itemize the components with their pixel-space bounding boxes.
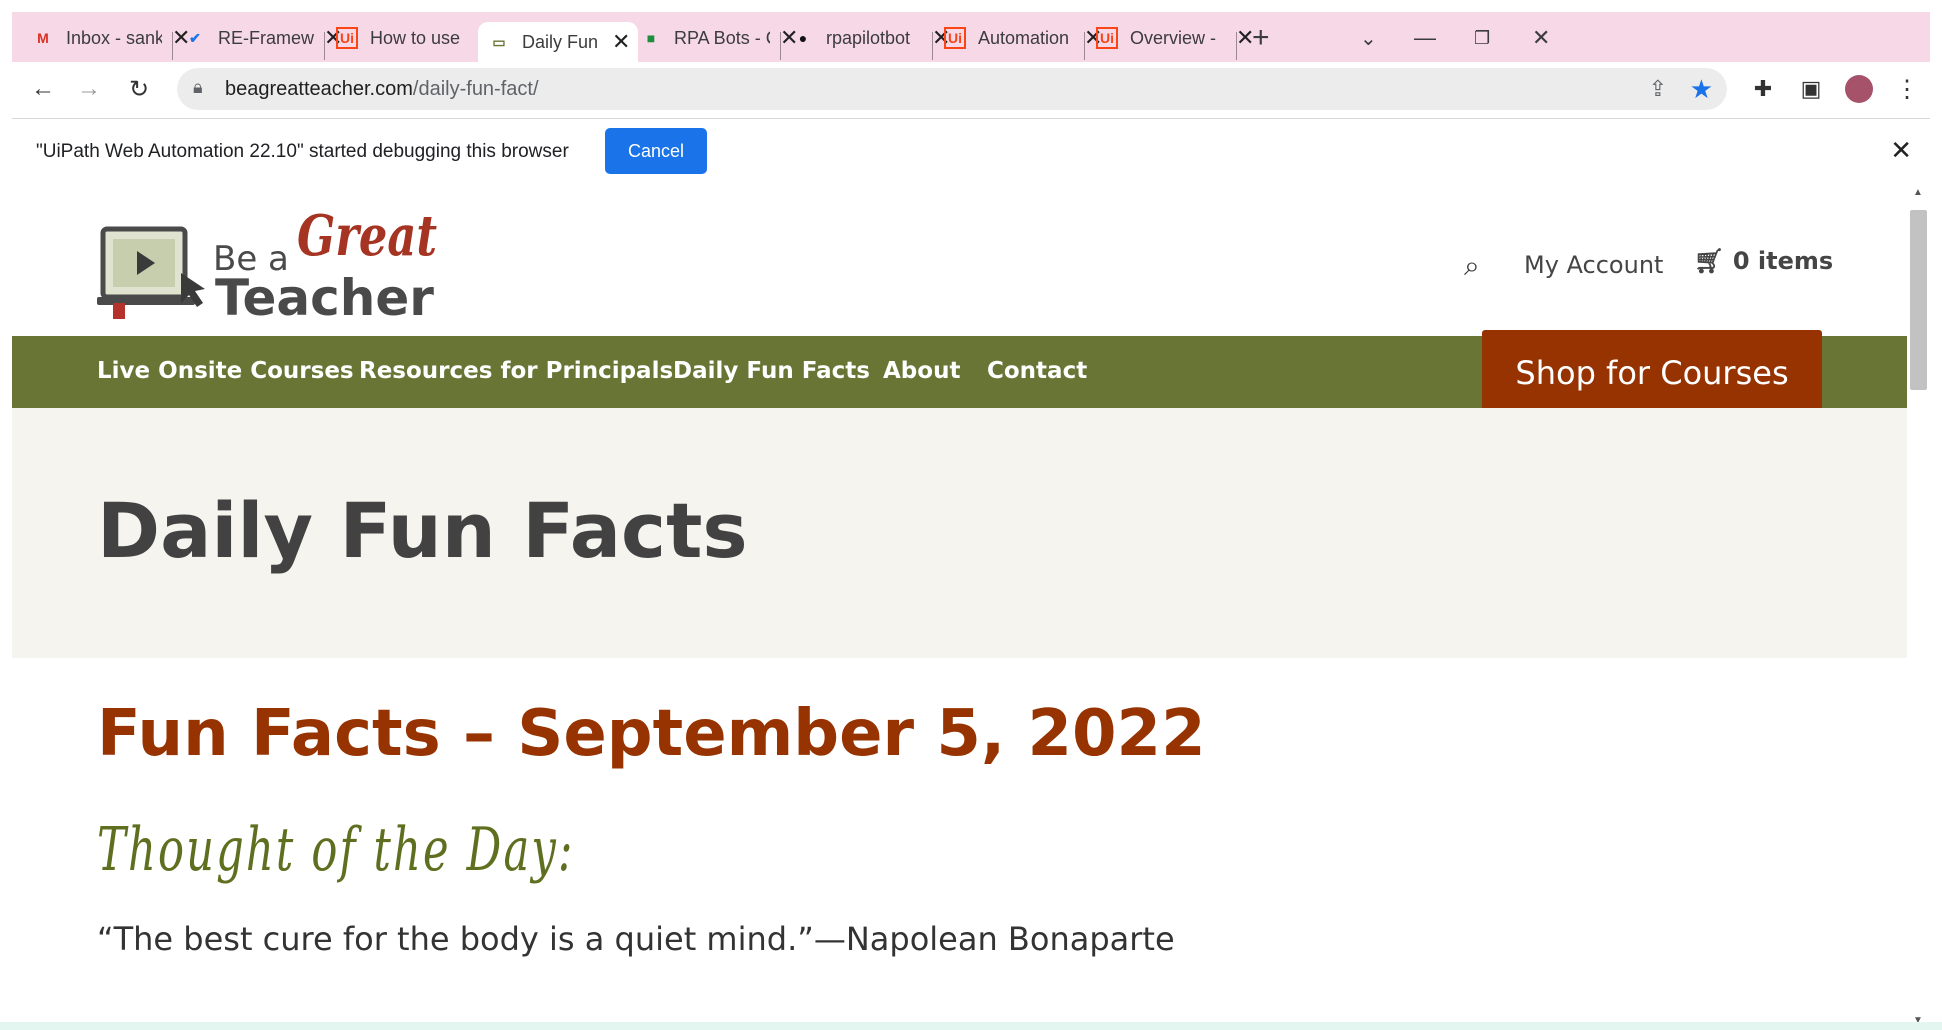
tab-daily-fun-facts[interactable]: ▭ Daily Fun Facts ✕	[478, 22, 638, 62]
restore-icon[interactable]: ❐	[1474, 18, 1490, 58]
page-hero: Daily Fun Facts	[12, 408, 1907, 658]
nav-resources-for-principals[interactable]: Resources for Principals	[359, 358, 673, 384]
browser-toolbar: ← → ↻ 🔒︎ beagreatteacher.com/daily-fun-f…	[12, 62, 1930, 116]
tab-title: Automation	[978, 27, 1070, 48]
github-icon: ●	[798, 30, 808, 46]
site-header: Be a Great Teacher ⌕ My Account 🛒︎ 0 ite…	[12, 185, 1907, 336]
share-icon[interactable]: ⇪	[1649, 76, 1667, 102]
page-title: Daily Fun Facts	[97, 486, 748, 575]
my-account-link[interactable]: My Account	[1524, 251, 1663, 279]
chat-icon: ■	[646, 30, 656, 46]
menu-kebab-icon[interactable]: ⋮	[1892, 74, 1922, 104]
tab-re-framework[interactable]: ✔ RE-Framework ✕	[184, 18, 342, 58]
check-icon: ✔	[189, 29, 201, 46]
quote-text: “The best cure for the body is a quiet m…	[97, 920, 1175, 958]
tab-title: rpapilotbot	[826, 27, 911, 48]
shop-for-courses-button[interactable]: Shop for Courses	[1482, 330, 1822, 416]
tab-title: Overview -	[1130, 27, 1217, 48]
extensions-icon[interactable]: ✚	[1748, 74, 1778, 104]
tab-inbox[interactable]: M Inbox - sanket ✕	[32, 18, 190, 58]
web-page: Be a Great Teacher ⌕ My Account 🛒︎ 0 ite…	[12, 185, 1907, 1030]
address-bar[interactable]: 🔒︎ beagreatteacher.com/daily-fun-fact/ ⇪…	[177, 68, 1727, 110]
uipath-icon: Ui	[336, 27, 358, 49]
post-title: Fun Facts – September 5, 2022	[97, 697, 1206, 771]
tab-title: RPA Bots - Chat	[674, 27, 770, 48]
cancel-debugging-button[interactable]: Cancel	[605, 128, 707, 174]
page-scrollbar[interactable]: ▲ ▼	[1907, 185, 1930, 1030]
url-text[interactable]: beagreatteacher.com/daily-fun-fact/	[225, 78, 539, 101]
nav-about[interactable]: About	[883, 358, 960, 384]
forward-icon[interactable]: →	[74, 74, 104, 104]
bookmark-star-icon[interactable]: ★	[1690, 74, 1713, 105]
browser-chrome: M Inbox - sanket ✕ ✔ RE-Framework ✕ Ui H…	[12, 0, 1930, 187]
thought-heading: Thought of the Day:	[97, 815, 575, 885]
nav-contact[interactable]: Contact	[987, 358, 1087, 384]
lock-icon: 🔒︎	[193, 77, 203, 97]
tab-title: How to use	[370, 27, 461, 48]
bottom-strip	[0, 1022, 1942, 1030]
debugging-infobar: "UiPath Web Automation 22.10" started de…	[12, 118, 1930, 187]
close-tab-icon[interactable]: ✕	[612, 29, 630, 55]
side-panel-icon[interactable]: ▣	[1796, 74, 1826, 104]
tab-how-to-use[interactable]: Ui How to use ✕	[336, 18, 494, 58]
site-logo[interactable]: Be a Great Teacher	[97, 203, 457, 328]
nav-live-onsite-courses[interactable]: Live Onsite Courses	[97, 358, 354, 384]
cart-icon: 🛒︎	[1694, 247, 1725, 275]
gmail-icon: M	[37, 30, 49, 46]
tab-overview[interactable]: Ui Overview - ✕	[1096, 18, 1254, 58]
back-icon[interactable]: ←	[28, 74, 58, 104]
scrollbar-thumb[interactable]	[1910, 210, 1927, 390]
uipath-icon: Ui	[944, 27, 966, 49]
tab-title: Daily Fun Facts	[522, 31, 602, 52]
new-tab-button[interactable]: +	[1252, 18, 1270, 58]
tab-rpapilotbot[interactable]: ● rpapilotbot ✕	[792, 18, 951, 58]
site-favicon-icon: ▭	[492, 33, 506, 50]
scroll-up-icon[interactable]: ▲	[1913, 187, 1923, 198]
tab-strip: M Inbox - sanket ✕ ✔ RE-Framework ✕ Ui H…	[12, 12, 1930, 62]
nav-daily-fun-facts[interactable]: Daily Fun Facts	[673, 358, 870, 384]
avatar[interactable]	[1844, 74, 1874, 104]
cart-link[interactable]: 🛒︎ 0 items	[1694, 247, 1833, 275]
uipath-icon: Ui	[1096, 27, 1118, 49]
logo-text-teacher: Teacher	[215, 269, 434, 327]
tab-automation[interactable]: Ui Automation ✕	[944, 18, 1102, 58]
search-icon[interactable]: ⌕	[1464, 249, 1480, 283]
tab-title: RE-Framework	[218, 27, 314, 48]
minimize-icon[interactable]: —	[1414, 18, 1436, 58]
logo-text-great: Great	[297, 203, 438, 269]
close-window-icon[interactable]: ✕	[1532, 18, 1550, 58]
close-icon[interactable]: ✕	[1890, 135, 1912, 166]
tab-title: Inbox - sanket	[66, 27, 162, 48]
tab-rpa-bots[interactable]: ■ RPA Bots - Chat ✕	[640, 18, 799, 58]
infobar-message: "UiPath Web Automation 22.10" started de…	[36, 141, 569, 162]
reload-icon[interactable]: ↻	[124, 74, 154, 104]
tab-search-icon[interactable]: ⌄	[1360, 18, 1377, 58]
